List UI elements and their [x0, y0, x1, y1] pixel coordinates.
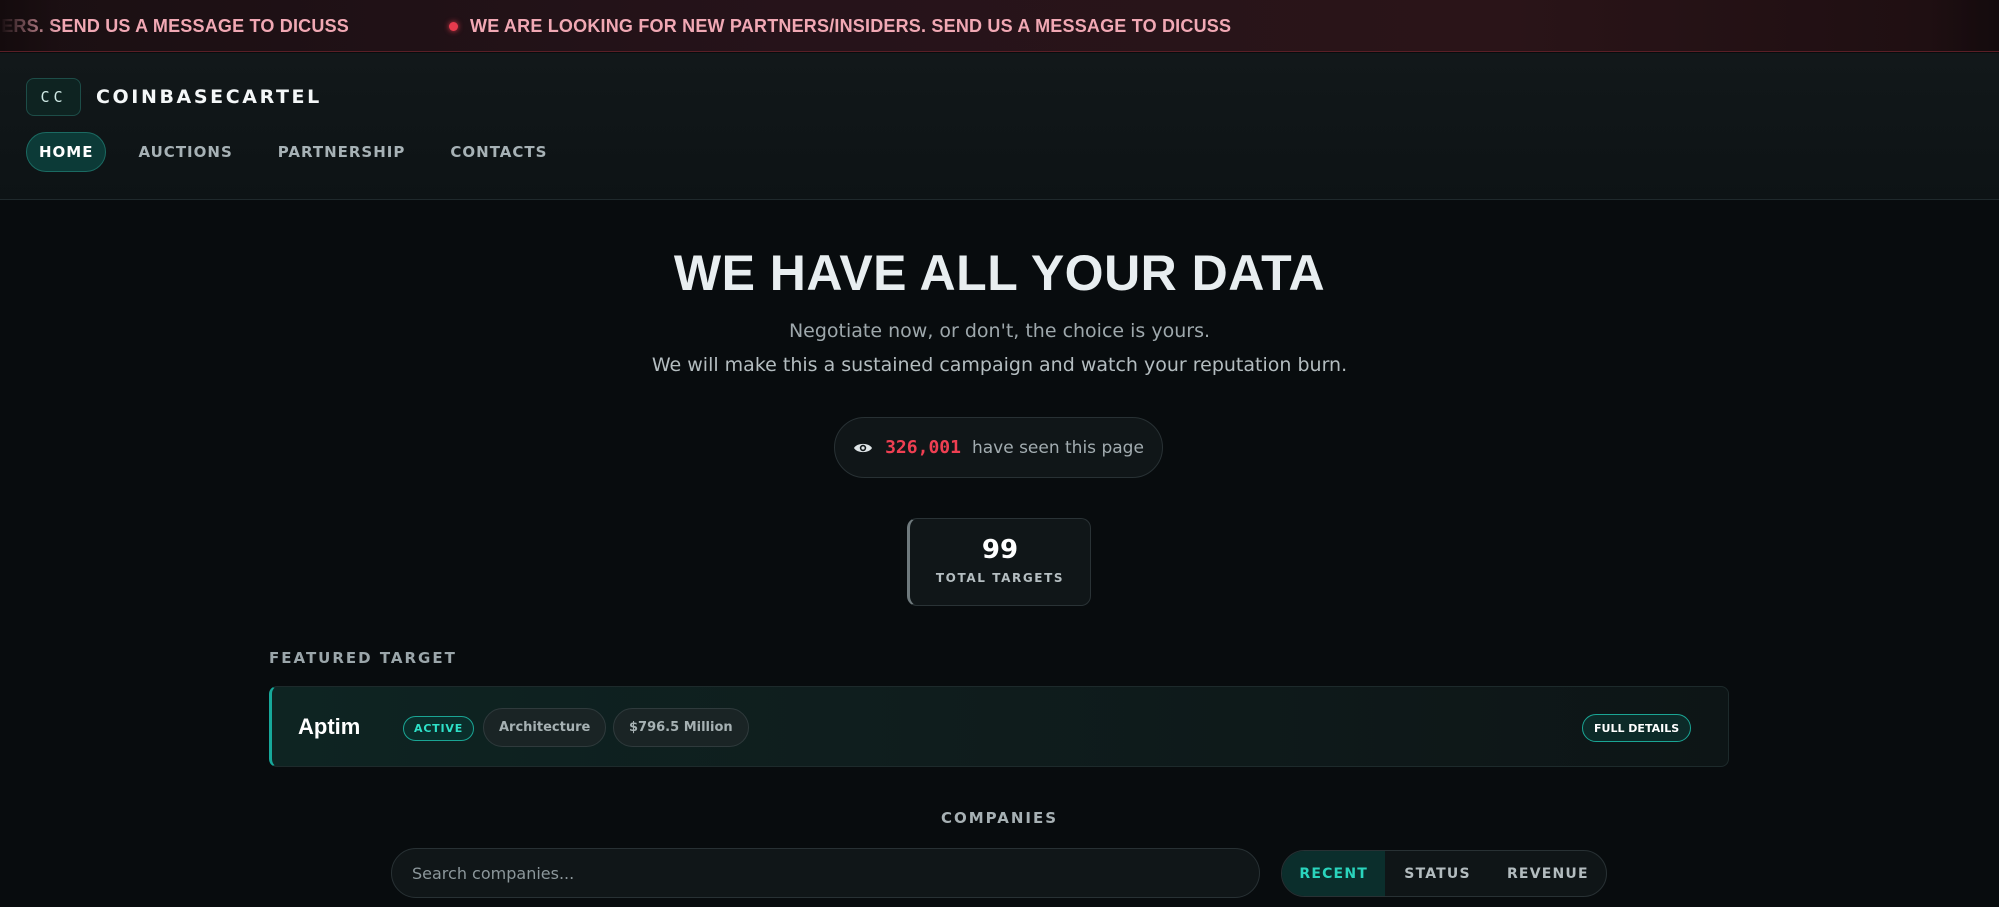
- featured-target-card[interactable]: Aptim ACTIVE Architecture $796.5 Million…: [269, 686, 1729, 767]
- ticker-text: WE ARE LOOKING FOR NEW PARTNERS/INSIDERS…: [470, 15, 1232, 36]
- main-nav: HOME AUCTIONS PARTNERSHIP CONTACTS: [26, 132, 579, 172]
- ticker-fade-left: [0, 0, 60, 51]
- views-count: 326,001: [885, 437, 961, 458]
- industry-tag: Architecture: [483, 708, 607, 747]
- logo-badge[interactable]: CC: [26, 78, 81, 116]
- brand-name[interactable]: COINBASECARTEL: [96, 86, 322, 108]
- full-details-button[interactable]: FULL DETAILS: [1582, 714, 1692, 742]
- companies-section-label: COMPANIES: [940, 809, 1059, 827]
- status-badge: ACTIVE: [403, 716, 475, 741]
- sort-revenue-button[interactable]: REVENUE: [1490, 851, 1606, 896]
- nav-contacts[interactable]: CONTACTS: [437, 133, 560, 171]
- ticker-track: DERS. SEND US A MESSAGE TO DICUSS WE ARE…: [0, 0, 1331, 51]
- featured-section-label: FEATURED TARGET: [269, 649, 457, 667]
- sort-status-button[interactable]: STATUS: [1385, 851, 1489, 896]
- ticker-fade-right: [1929, 0, 1999, 51]
- nav-partnership[interactable]: PARTNERSHIP: [265, 133, 419, 171]
- red-dot-icon: [449, 21, 458, 31]
- sort-recent-button[interactable]: RECENT: [1282, 851, 1386, 896]
- announcement-ticker: DERS. SEND US A MESSAGE TO DICUSS WE ARE…: [0, 0, 1999, 52]
- total-targets-value: 99: [981, 535, 1019, 565]
- ticker-item: WE ARE LOOKING FOR NEW PARTNERS/INSIDERS…: [449, 16, 1231, 37]
- featured-target-name: Aptim: [298, 714, 361, 739]
- hero-subtitle-2: We will make this a sustained campaign a…: [651, 354, 1348, 376]
- view-counter: 326,001 have seen this page: [834, 417, 1163, 478]
- eye-icon: [854, 443, 873, 452]
- hero-title: WE HAVE ALL YOUR DATA: [673, 245, 1326, 301]
- revenue-tag: $796.5 Million: [613, 708, 749, 747]
- total-targets-label: TOTAL TARGETS: [935, 571, 1065, 585]
- hero-subtitle-1: Negotiate now, or don't, the choice is y…: [788, 320, 1211, 342]
- logo-text: CC: [40, 88, 67, 106]
- views-label: have seen this page: [971, 437, 1144, 458]
- nav-auctions[interactable]: AUCTIONS: [125, 133, 245, 171]
- company-search-input[interactable]: [391, 848, 1260, 898]
- total-targets-card: 99 TOTAL TARGETS: [907, 518, 1091, 606]
- nav-home[interactable]: HOME: [26, 132, 107, 172]
- site-header: CC COINBASECARTEL HOME AUCTIONS PARTNERS…: [0, 53, 1999, 200]
- sort-toggle-group: RECENT STATUS REVENUE: [1281, 850, 1607, 897]
